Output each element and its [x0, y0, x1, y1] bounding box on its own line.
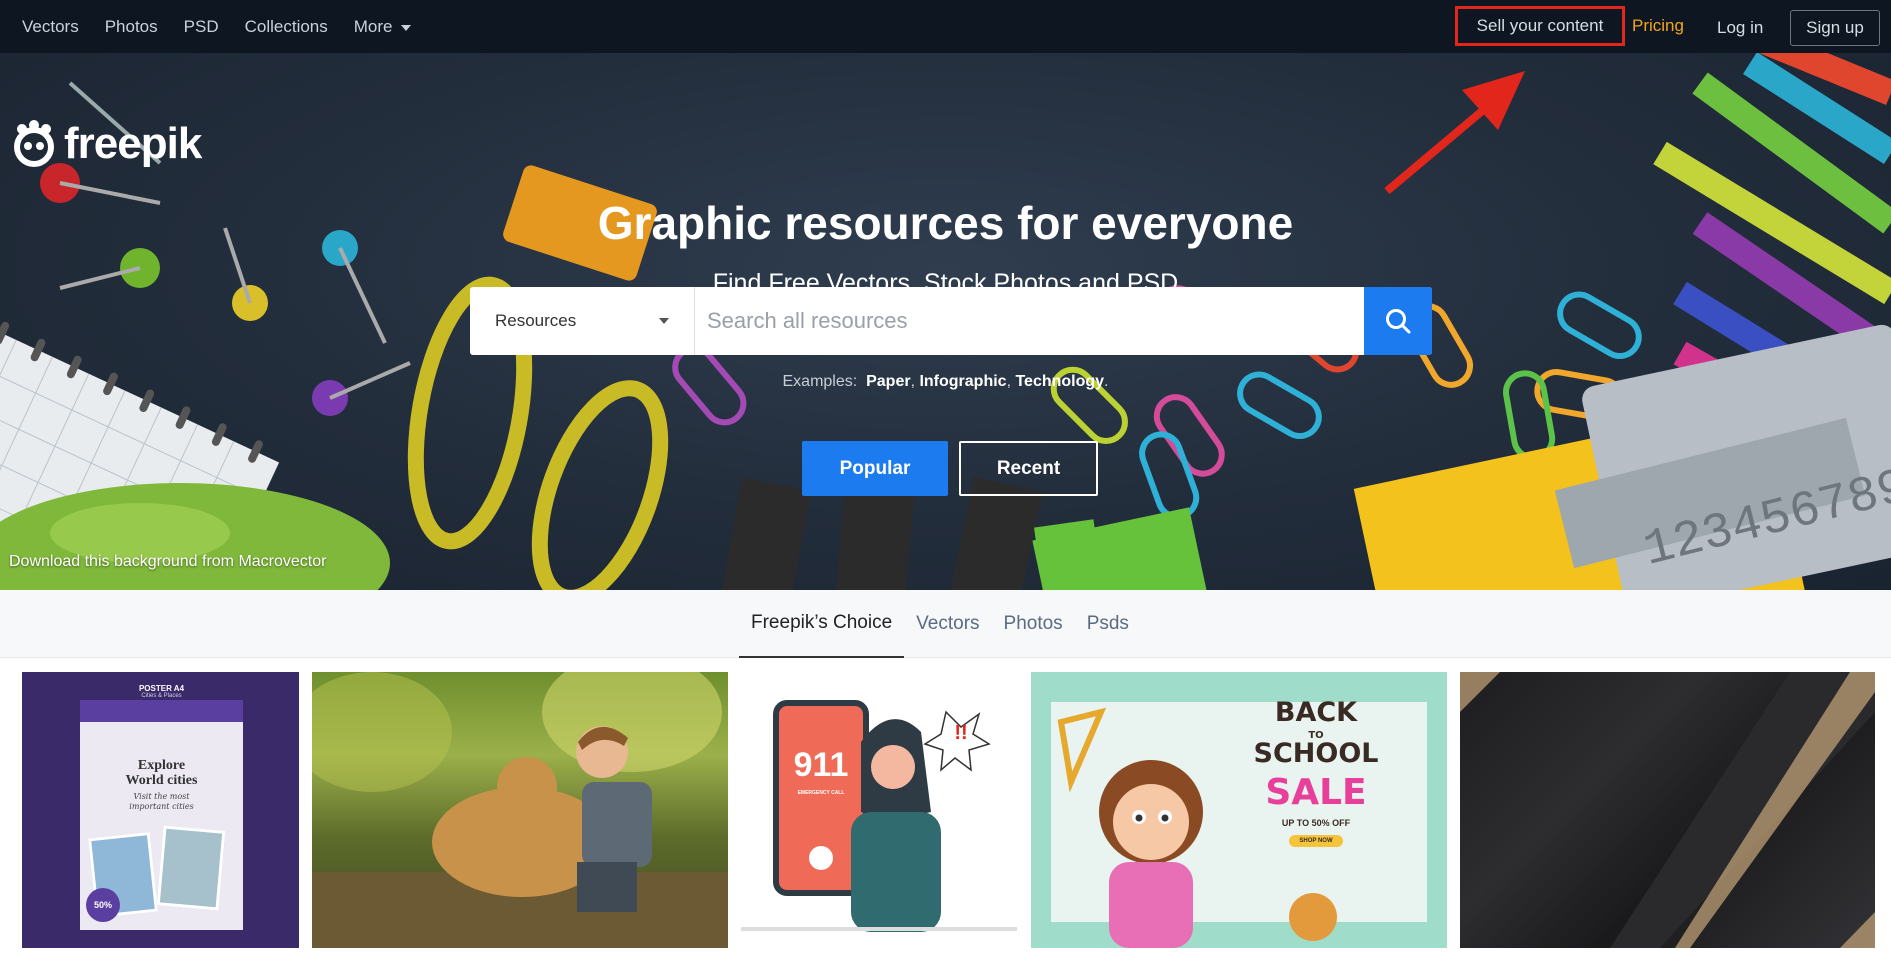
search-bar: Resources — [470, 287, 1432, 355]
nav-psd[interactable]: PSD — [184, 17, 219, 37]
popular-button[interactable]: Popular — [802, 441, 948, 496]
nav-more-label: More — [353, 16, 393, 36]
search-button[interactable] — [1364, 287, 1432, 355]
worried-woman-illustration — [741, 710, 1017, 932]
tab-vectors[interactable]: Vectors — [904, 590, 991, 658]
poster-photo-2 — [156, 825, 226, 911]
school-sale-illustration — [1051, 702, 1427, 948]
nav-more[interactable]: More — [354, 17, 411, 37]
category-tabs: Freepik’s Choice Vectors Photos Psds — [739, 590, 1141, 658]
search-input[interactable] — [695, 287, 1364, 355]
chevron-down-icon — [659, 318, 669, 324]
thumbnail-boy-with-dog[interactable] — [312, 672, 728, 948]
background-credit-link[interactable]: Download this background from Macrovecto… — [9, 553, 326, 571]
alert-marks: !! — [954, 722, 968, 744]
resource-type-dropdown[interactable]: Resources — [470, 287, 695, 355]
poster-label: POSTER A4 — [138, 684, 185, 693]
login-link[interactable]: Log in — [1717, 18, 1763, 38]
category-tabs-bar: Freepik’s Choice Vectors Photos Psds — [0, 590, 1891, 658]
freepik-logo-text: freepik — [64, 119, 202, 168]
sale-line-back: BACK — [1274, 697, 1358, 728]
poster-discount-badge: 50% — [86, 888, 120, 922]
thumbnail-abstract-dark[interactable] — [1460, 672, 1875, 948]
nav-vectors[interactable]: Vectors — [22, 17, 79, 37]
tab-photos[interactable]: Photos — [992, 590, 1075, 658]
recent-button[interactable]: Recent — [959, 441, 1098, 496]
sell-your-content-link[interactable]: Sell your content — [1455, 6, 1625, 46]
poster-title-2: World cities — [125, 773, 198, 788]
example-link-infographic[interactable]: Infographic — [919, 373, 1006, 390]
example-link-paper[interactable]: Paper — [866, 373, 910, 390]
shop-now-button: SHOP NOW — [1289, 835, 1343, 847]
nav-photos[interactable]: Photos — [105, 17, 158, 37]
thumbnail-emergency-call[interactable]: 911 EMERGENCY CALL !! — [741, 672, 1017, 948]
pricing-link[interactable]: Pricing — [1632, 16, 1684, 36]
search-icon — [1386, 309, 1411, 334]
poster-card: Explore World cities Visit the most impo… — [80, 700, 243, 930]
hero-banner: 123456789 freepik Graphic resources for … — [0, 53, 1891, 590]
nav-collections[interactable]: Collections — [245, 17, 328, 37]
examples-label: Examples: — [782, 373, 858, 390]
tab-psds[interactable]: Psds — [1075, 590, 1141, 658]
poster-header-band — [80, 700, 243, 722]
thumbnail-back-to-school-sale[interactable]: BACK TO SCHOOL SALE UP TO 50% OFF SHOP N… — [1031, 672, 1447, 948]
chevron-down-icon — [400, 24, 411, 31]
nav-left: Vectors Photos PSD Collections More — [0, 17, 437, 37]
red-arrow-annotation — [1384, 71, 1525, 195]
poster-title-1: Explore — [137, 758, 186, 773]
sale-line-school: SCHOOL — [1253, 738, 1379, 769]
freepik-logo-icon — [14, 120, 54, 167]
top-nav: Vectors Photos PSD Collections More Sell… — [0, 0, 1891, 53]
poster-sublabel: Cities & Places — [141, 693, 182, 699]
boy-dog-photo — [312, 672, 728, 948]
sale-line-sale: SALE — [1265, 772, 1367, 813]
sale-offer: UP TO 50% OFF — [1281, 818, 1351, 828]
freepik-logo[interactable]: freepik — [10, 119, 202, 169]
signup-button[interactable]: Sign up — [1790, 10, 1880, 46]
search-examples: Examples: Paper, Infographic, Technology… — [782, 373, 1109, 390]
example-link-technology[interactable]: Technology — [1015, 373, 1104, 390]
abstract-gold-lines — [1460, 672, 1875, 948]
hero-title: Graphic resources for everyone — [597, 197, 1294, 249]
tab-freepiks-choice[interactable]: Freepik’s Choice — [739, 590, 905, 658]
poster-script-2: important cities — [129, 802, 194, 811]
thumbnail-poster[interactable]: Explore World cities Visit the most impo… — [22, 672, 299, 948]
poster-script-1: Visit the most — [133, 792, 190, 801]
resource-type-value: Resources — [495, 311, 577, 330]
